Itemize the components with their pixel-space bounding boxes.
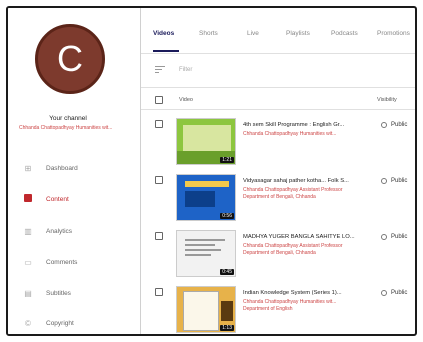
row-checkbox[interactable]	[155, 176, 163, 184]
row-checkbox[interactable]	[155, 120, 163, 128]
tab-promotions[interactable]: Promotions	[377, 30, 410, 37]
video-description: Chhanda Chattopadhyay Humanities wit...	[243, 131, 337, 137]
video-thumbnail[interactable]: 1:13	[176, 286, 236, 333]
visibility-label: Public	[391, 290, 408, 296]
sidebar-item-copyright[interactable]: © Copyright	[8, 313, 140, 333]
eye-icon	[381, 122, 387, 128]
sidebar-item-label: Content	[46, 195, 69, 203]
sidebar-item-dashboard[interactable]: ⊞ Dashboard	[8, 158, 140, 178]
active-tab-indicator	[153, 50, 179, 52]
sidebar-item-subtitles[interactable]: ▤ Subtitles	[8, 283, 140, 303]
sidebar-item-comments[interactable]: ▭ Comments	[8, 252, 140, 272]
video-description: Chhanda Chattopadhyay Humanities wit... …	[243, 299, 337, 312]
visibility-label: Public	[391, 122, 408, 128]
visibility-label: Public	[391, 234, 408, 240]
video-description: Chhanda Chattopadhyay Assistant Professo…	[243, 187, 343, 200]
sidebar-item-label: Dashboard	[46, 164, 78, 172]
filter-bar[interactable]: Filter	[141, 54, 415, 88]
dashboard-icon: ⊞	[24, 163, 32, 173]
visibility-selector[interactable]: Public	[381, 122, 407, 128]
video-duration: 1:21	[220, 157, 234, 163]
sidebar-item-label: Copyright	[46, 319, 74, 327]
subtitles-icon: ▤	[24, 288, 32, 298]
studio-window: C Your channel Chhanda Chattopadhyay Hum…	[6, 6, 417, 336]
tab-bar: Videos Shorts Live Playlists Podcasts Pr…	[141, 8, 415, 54]
eye-icon	[381, 290, 387, 296]
table-row[interactable]: 1:13 Indian Knowledge System (Series 1).…	[141, 282, 415, 334]
sidebar-item-content[interactable]: Content	[8, 189, 140, 209]
tab-videos[interactable]: Videos	[153, 30, 174, 37]
visibility-selector[interactable]: Public	[381, 290, 407, 296]
video-duration: 0:45	[220, 269, 234, 275]
column-header-visibility[interactable]: Visibility	[377, 97, 397, 103]
column-header-video: Video	[179, 97, 193, 103]
content-area: Videos Shorts Live Playlists Podcasts Pr…	[141, 8, 415, 334]
visibility-selector[interactable]: Public	[381, 234, 407, 240]
video-title[interactable]: Indian Knowledge System (Series 1)...	[243, 290, 363, 296]
eye-icon	[381, 178, 387, 184]
comments-icon: ▭	[24, 257, 32, 267]
content-icon	[22, 194, 34, 204]
tab-shorts[interactable]: Shorts	[199, 30, 218, 37]
sidebar-item-analytics[interactable]: ▥ Analytics	[8, 221, 140, 241]
tab-podcasts[interactable]: Podcasts	[331, 30, 358, 37]
copyright-icon: ©	[25, 318, 31, 328]
tab-live[interactable]: Live	[247, 30, 259, 37]
video-thumbnail[interactable]: 0:45	[176, 230, 236, 277]
select-all-checkbox[interactable]	[155, 96, 163, 104]
table-row[interactable]: 0:56 Vidyasagar sahaj pather kotha... Fo…	[141, 170, 415, 226]
video-description: Chhanda Chattopadhyay Assistant Professo…	[243, 243, 343, 256]
sidebar-item-label: Comments	[46, 258, 78, 266]
video-thumbnail[interactable]: 0:56	[176, 174, 236, 221]
row-checkbox[interactable]	[155, 288, 163, 296]
video-title[interactable]: 4th sem Skill Programme : English Gr...	[243, 122, 363, 128]
tab-playlists[interactable]: Playlists	[286, 30, 310, 37]
channel-name: Chhanda Chattopadhyay Humanities wit...	[19, 125, 113, 131]
video-duration: 1:13	[220, 325, 234, 331]
video-title[interactable]: Vidyasagar sahaj pather kotha... Folk S.…	[243, 178, 363, 184]
filter-input[interactable]: Filter	[179, 67, 192, 73]
row-checkbox[interactable]	[155, 232, 163, 240]
visibility-label: Public	[391, 178, 408, 184]
sidebar-item-label: Subtitles	[46, 289, 71, 297]
video-title[interactable]: MADHYA YUGER BANGLA SAHITYE LO...	[243, 234, 363, 240]
analytics-icon: ▥	[24, 226, 32, 236]
channel-title: Your channel	[49, 115, 87, 122]
sidebar-item-label: Analytics	[46, 227, 73, 235]
filter-icon[interactable]	[155, 66, 165, 75]
video-duration: 0:56	[220, 213, 234, 219]
table-row[interactable]: 1:21 4th sem Skill Programme : English G…	[141, 114, 415, 170]
eye-icon	[381, 234, 387, 240]
video-thumbnail[interactable]: 1:21	[176, 118, 236, 165]
channel-avatar[interactable]: C	[35, 24, 105, 94]
table-row[interactable]: 0:45 MADHYA YUGER BANGLA SAHITYE LO... C…	[141, 226, 415, 282]
visibility-selector[interactable]: Public	[381, 178, 407, 184]
table-header: Video Visibility	[141, 88, 415, 110]
sidebar: C Your channel Chhanda Chattopadhyay Hum…	[8, 8, 141, 334]
